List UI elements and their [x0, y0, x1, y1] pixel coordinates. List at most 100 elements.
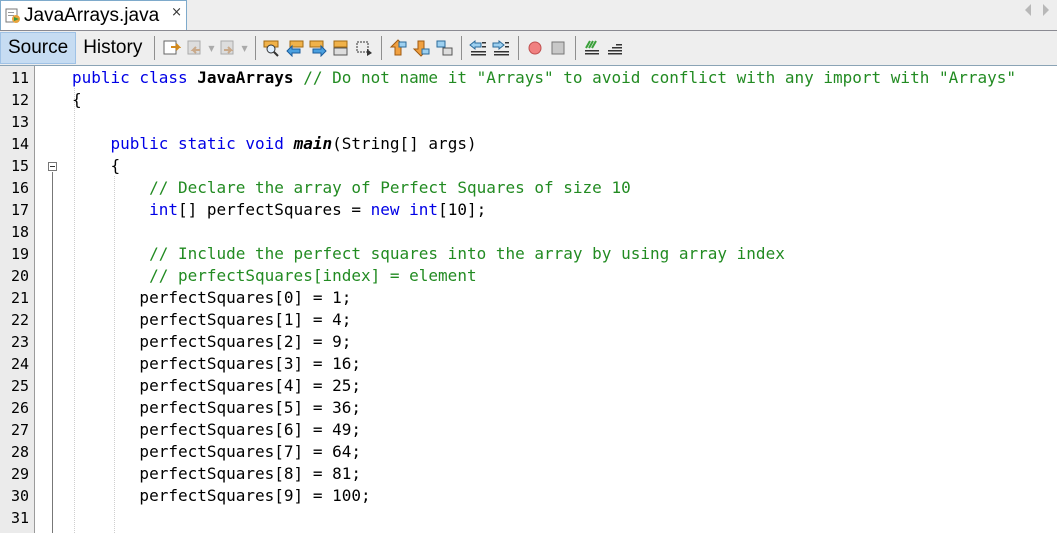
shift-right-icon[interactable] — [492, 39, 510, 57]
toggle-highlight-icon[interactable] — [332, 39, 350, 57]
code-line[interactable]: perfectSquares[6] = 49; — [72, 419, 361, 441]
code-comment: // Include the perfect squares into the … — [72, 244, 785, 263]
code-token: perfectSquares[9] = 100; — [72, 486, 371, 505]
code-line[interactable]: public static void main(String[] args) — [72, 133, 477, 155]
code-editor[interactable]: 11 12 13 14 15 16 17 18 19 20 21 22 23 24 25 26 27 28 29 30… — [0, 66, 1057, 533]
stop-macro-record-icon[interactable] — [549, 39, 567, 57]
code-line[interactable]: perfectSquares[9] = 100; — [72, 485, 371, 507]
scroll-tabs-left-icon[interactable] — [1025, 4, 1031, 16]
code-line[interactable]: perfectSquares[4] = 25; — [72, 375, 361, 397]
forward-dropdown-icon[interactable]: ▼ — [241, 44, 247, 53]
last-edit-icon[interactable] — [163, 39, 182, 57]
tab-scroll-arrows — [1025, 4, 1049, 16]
code-token: { — [72, 156, 121, 175]
code-token: main — [293, 134, 333, 153]
code-comment: // Declare the array of Perfect Squares … — [72, 178, 631, 197]
uncomment-icon[interactable] — [606, 39, 624, 57]
line-number: 11 — [10, 69, 29, 87]
toolbar-separator — [380, 36, 382, 60]
line-number: 27 — [10, 421, 29, 439]
comment-icon[interactable] — [583, 39, 601, 57]
source-tab[interactable]: Source — [0, 32, 77, 64]
line-number: 17 — [10, 201, 29, 219]
code-token: perfectSquares[4] = 25; — [72, 376, 361, 395]
code-token: perfectSquares[0] = 1; — [72, 288, 352, 307]
code-line[interactable]: perfectSquares[1] = 4; — [72, 309, 351, 331]
code-line[interactable]: perfectSquares[5] = 36; — [72, 397, 361, 419]
editor-tab-bar: JavaArrays.java × — [0, 0, 1057, 31]
code-line[interactable]: perfectSquares[8] = 81; — [72, 463, 361, 485]
code-token: { — [72, 90, 82, 109]
history-tab[interactable]: History — [76, 32, 149, 64]
code-line[interactable]: int[] perfectSquares = new int[10]; — [72, 199, 486, 221]
back-dropdown-icon[interactable]: ▼ — [208, 44, 214, 53]
code-keyword: public class — [72, 68, 198, 87]
code-line[interactable]: perfectSquares[7] = 64; — [72, 441, 361, 463]
toolbar-separator — [517, 36, 519, 60]
code-line[interactable]: perfectSquares[3] = 16; — [72, 353, 361, 375]
code-line[interactable]: // Include the perfect squares into the … — [72, 243, 785, 265]
line-number: 13 — [10, 113, 29, 131]
back-icon[interactable] — [186, 39, 204, 57]
toolbar-separator — [254, 36, 256, 60]
line-number: 24 — [10, 355, 29, 373]
code-line[interactable]: perfectSquares[2] = 9; — [72, 331, 351, 353]
line-number: 29 — [10, 465, 29, 483]
code-comment: // perfectSquares[index] = element — [72, 266, 477, 285]
code-line[interactable]: // perfectSquares[index] = element — [72, 265, 477, 287]
next-bookmark-icon[interactable] — [412, 39, 430, 57]
fold-range-line — [52, 172, 53, 533]
find-icon[interactable] — [263, 39, 281, 57]
code-keyword: int — [72, 200, 178, 219]
previous-bookmark-icon[interactable] — [389, 39, 407, 57]
toolbar-separator — [154, 36, 156, 60]
code-token: perfectSquares[5] = 36; — [72, 398, 361, 417]
code-token: [10]; — [438, 200, 487, 219]
code-token: JavaArrays — [197, 68, 294, 87]
line-number: 16 — [10, 179, 29, 197]
editor-toolbar: Source History ▼ ▼ — [0, 31, 1057, 66]
code-token: perfectSquares[6] = 49; — [72, 420, 361, 439]
editor-tab-javaarrays[interactable]: JavaArrays.java × — [0, 0, 187, 30]
code-token: perfectSquares[2] = 9; — [72, 332, 352, 351]
line-number: 12 — [10, 91, 29, 109]
code-line[interactable]: perfectSquares[0] = 1; — [72, 287, 351, 309]
line-number: 28 — [10, 443, 29, 461]
find-next-icon[interactable] — [309, 39, 327, 58]
code-line[interactable]: public class JavaArrays // Do not name i… — [72, 67, 1016, 89]
code-line[interactable]: { — [72, 89, 82, 111]
line-number: 23 — [10, 333, 29, 351]
line-number: 15 — [10, 157, 29, 175]
code-line[interactable]: // Declare the array of Perfect Squares … — [72, 177, 631, 199]
code-token: perfectSquares[7] = 64; — [72, 442, 361, 461]
line-number: 21 — [10, 289, 29, 307]
line-number-gutter: 11 12 13 14 15 16 17 18 19 20 21 22 23 24 25 26 27 28 29 30… — [0, 66, 35, 533]
line-number: 18 — [10, 223, 29, 241]
close-tab-icon[interactable]: × — [171, 5, 182, 20]
toggle-bookmark-icon[interactable] — [435, 39, 453, 57]
fold-collapse-icon[interactable] — [48, 162, 57, 171]
tab-filename: JavaArrays.java — [24, 4, 160, 26]
forward-icon[interactable] — [219, 39, 237, 57]
toolbar-separator — [460, 36, 462, 60]
code-token: perfectSquares[8] = 81; — [72, 464, 361, 483]
code-token: [] perfectSquares = — [177, 200, 371, 219]
line-number: 14 — [10, 135, 29, 153]
line-number: 20 — [10, 267, 29, 285]
line-number: 30 — [10, 487, 29, 505]
code-token: (String[] args) — [332, 134, 477, 153]
code-comment: // Do not name it "Arrays" to avoid conf… — [293, 68, 1017, 87]
shift-left-icon[interactable] — [469, 39, 487, 57]
code-keyword: public static void — [72, 134, 294, 153]
code-line[interactable]: { — [72, 155, 121, 177]
line-number: 22 — [10, 311, 29, 329]
start-macro-record-icon[interactable] — [526, 39, 544, 57]
line-number: 31 — [10, 509, 29, 527]
code-token: perfectSquares[3] = 16; — [72, 354, 361, 373]
toolbar-separator — [574, 36, 576, 60]
line-number: 26 — [10, 399, 29, 417]
toggle-rect-select-icon[interactable] — [355, 39, 373, 57]
line-number: 25 — [10, 377, 29, 395]
find-previous-icon[interactable] — [286, 39, 304, 58]
scroll-tabs-right-icon[interactable] — [1043, 4, 1049, 16]
